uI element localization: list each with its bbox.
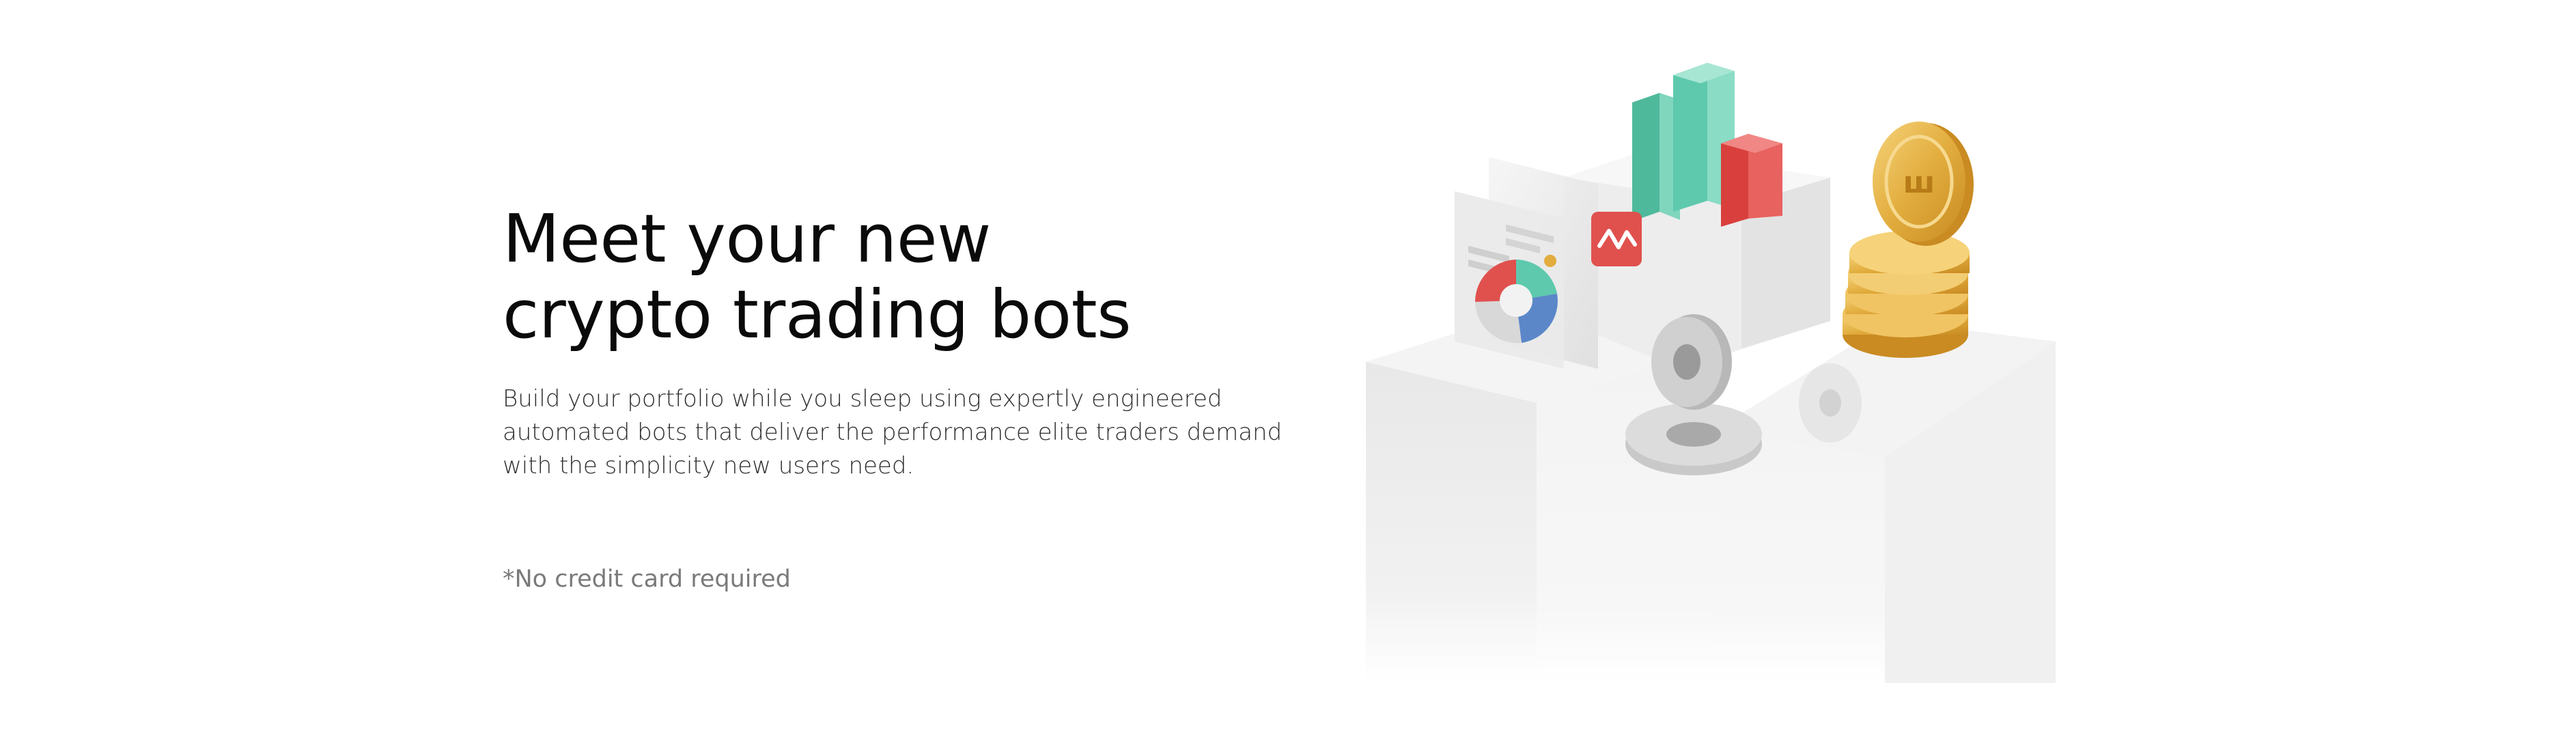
pedestal-right <box>1714 321 2056 683</box>
crypto-bots-illustration: ш <box>1366 63 2056 683</box>
coins-icon: ш <box>1843 122 1974 358</box>
svg-text:ш: ш <box>1903 165 1935 200</box>
credit-card-note: *No credit card required <box>503 566 791 593</box>
page: Meet your new crypto trading bots Build … <box>0 0 2576 754</box>
hero-title: Meet your new crypto trading bots <box>503 200 1132 353</box>
pie-chart-icon <box>1475 260 1558 344</box>
hero-description: Build your portfolio while you sleep usi… <box>503 385 1283 479</box>
hero-text-block: Meet your new crypto trading bots Build … <box>503 201 1315 595</box>
hero-illustration: ш <box>1359 48 2083 703</box>
